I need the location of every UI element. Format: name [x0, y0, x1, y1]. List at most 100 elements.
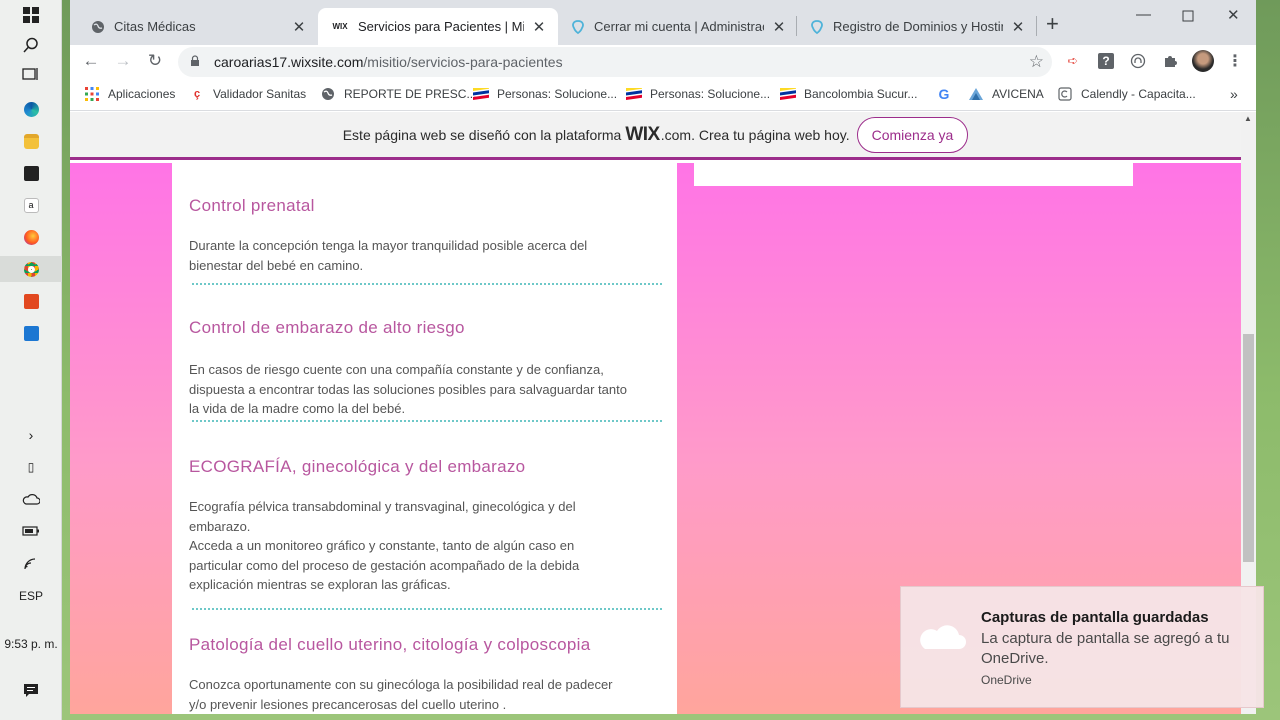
task-view-icon[interactable]	[19, 62, 43, 86]
tab-title: Cerrar mi cuenta | Administración	[594, 19, 764, 34]
bookmark-reporte-presc[interactable]: REPORTE DE PRESC...	[320, 86, 476, 102]
banner-text-before: Este página web se diseñó con la platafo…	[342, 126, 622, 143]
tab-registro-dominios[interactable]: Registro de Dominios y Hosting e ✕	[797, 8, 1037, 45]
chevron-right-icon[interactable]: ›	[19, 423, 43, 447]
description-line: y/o prevenir lesiones precancerosas del …	[189, 696, 507, 712]
service-title: Control de embarazo de alto riesgo	[189, 318, 465, 337]
forward-icon[interactable]: →	[112, 50, 134, 72]
close-tab-icon[interactable]: ✕	[1009, 18, 1027, 36]
description-line: la vida de la madre como la del bebé.	[189, 401, 406, 416]
service-divider	[192, 608, 662, 610]
bookmark-aplicaciones[interactable]: Aplicaciones	[84, 86, 175, 102]
avicena-icon	[968, 86, 984, 102]
bookmark-label: Calendly - Capacita...	[1081, 87, 1196, 101]
bookmark-label: Aplicaciones	[108, 87, 176, 101]
description-line: bienestar del bebé en camino.	[189, 257, 364, 273]
url-host: caroarias17.wixsite.com	[214, 54, 364, 70]
profile-avatar[interactable]	[1192, 50, 1214, 72]
file-explorer-icon[interactable]	[19, 129, 43, 153]
taskbar-clock[interactable]: 9:53 p. m.	[0, 637, 62, 651]
tab-citas-medicas[interactable]: Citas Médicas ✕	[78, 8, 318, 45]
office-icon[interactable]	[19, 289, 43, 313]
wix-logo[interactable]: WIX	[625, 124, 660, 146]
back-icon[interactable]: ←	[80, 50, 102, 72]
bookmarks-bar: Aplicaciones ç Validador Sanitas REPORTE…	[70, 78, 1256, 111]
bookmark-avicena[interactable]: AVICENA	[968, 86, 1044, 102]
bookmark-label: AVICENA	[992, 87, 1044, 101]
service-description: Durante la concepción tenga la mayor tra…	[189, 236, 664, 275]
tab-title: Citas Médicas	[114, 19, 196, 34]
hostinger-icon	[809, 19, 825, 35]
store-icon[interactable]	[19, 161, 43, 185]
windows-taskbar: a › ▯ ESP 9:53 p. m.	[0, 0, 62, 720]
edge-icon[interactable]	[19, 97, 43, 121]
tab-separator	[1036, 16, 1037, 36]
description-line: dispuesta a encontrar todas las solucion…	[189, 381, 627, 397]
description-line: Acceda a un monitoreo gráfico y constant…	[189, 538, 575, 553]
mail-icon[interactable]	[19, 321, 43, 345]
amazon-icon[interactable]: a	[19, 193, 43, 217]
reload-icon[interactable]: ↻	[144, 50, 166, 72]
comienza-ya-button[interactable]: Comienza ya	[856, 116, 969, 153]
tab-cerrar-cuenta[interactable]: Cerrar mi cuenta | Administración ✕	[558, 8, 798, 45]
right-white-box	[694, 163, 1133, 186]
bookmark-personas-2[interactable]: Personas: Solucione...	[626, 86, 770, 102]
tab-servicios-pacientes[interactable]: WIX Servicios para Pacientes | Misitio ✕	[318, 8, 558, 45]
close-tab-icon[interactable]: ✕	[770, 18, 788, 36]
bookmark-calendly[interactable]: Calendly - Capacita...	[1057, 86, 1196, 102]
toast-app-name: OneDrive	[981, 673, 1032, 687]
lock-icon[interactable]	[190, 54, 204, 70]
address-bar[interactable]: caroarias17.wixsite.com/misitio/servicio…	[178, 47, 1052, 77]
wifi-icon[interactable]	[19, 552, 43, 576]
phone-link-icon[interactable]: ▯	[19, 455, 43, 479]
service-divider	[192, 420, 662, 422]
bookmarks-overflow-icon[interactable]: »	[1230, 86, 1238, 102]
maximize-icon[interactable]	[1182, 6, 1194, 26]
extension-share-icon[interactable]: ➪	[1064, 52, 1082, 70]
language-indicator[interactable]: ESP	[0, 589, 62, 603]
service-title: ECOGRAFÍA, ginecológica y del embarazo	[189, 457, 526, 476]
extension-help-icon[interactable]: ?	[1097, 52, 1115, 70]
bancolombia-icon	[780, 86, 796, 102]
bancolombia-icon	[626, 86, 642, 102]
onedrive-notification-toast[interactable]: Capturas de pantalla guardadas La captur…	[900, 586, 1264, 708]
close-window-icon[interactable]: ✕	[1227, 6, 1240, 24]
new-tab-icon[interactable]: +	[1046, 13, 1059, 35]
bookmark-star-icon[interactable]: ☆	[1029, 52, 1044, 72]
search-icon[interactable]	[19, 33, 43, 57]
apps-grid-icon	[84, 86, 100, 102]
battery-icon[interactable]	[19, 519, 43, 543]
toast-title: Capturas de pantalla guardadas	[981, 609, 1209, 626]
firefox-icon[interactable]	[19, 225, 43, 249]
extension-audio-icon[interactable]	[1129, 52, 1147, 70]
windows-start-icon[interactable]	[19, 3, 43, 27]
service-description: En casos de riesgo cuente con una compañ…	[189, 360, 664, 419]
onedrive-icon[interactable]	[19, 487, 43, 511]
close-tab-icon[interactable]: ✕	[530, 18, 548, 36]
bookmark-google[interactable]: G	[936, 86, 960, 102]
description-line: particular como del proceso de gestación…	[189, 557, 580, 573]
service-divider	[192, 283, 662, 285]
notification-center-icon[interactable]	[19, 678, 43, 702]
bookmark-label: REPORTE DE PRESC...	[344, 87, 477, 101]
google-icon: G	[938, 86, 950, 102]
banner-text-after: .com. Crea tu página web hoy.	[660, 126, 850, 143]
chrome-icon[interactable]	[0, 256, 62, 282]
minimize-icon[interactable]: —	[1136, 6, 1151, 23]
description-line: En casos de riesgo cuente con una compañ…	[189, 362, 604, 377]
scrollbar-thumb[interactable]	[1243, 334, 1254, 562]
bookmark-bancolombia[interactable]: Bancolombia Sucur...	[780, 86, 917, 102]
close-tab-icon[interactable]: ✕	[290, 18, 308, 36]
service-description: Ecografía pélvica transabdominal y trans…	[189, 497, 664, 595]
description-line: embarazo.	[189, 518, 251, 534]
bookmark-personas-1[interactable]: Personas: Solucione...	[473, 86, 617, 102]
menu-kebab-icon[interactable]: ⋮	[1226, 52, 1244, 70]
wix-promo-banner: Este página web se diseñó con la platafo…	[70, 112, 1241, 160]
sanitas-icon: ç	[193, 88, 201, 100]
extensions-puzzle-icon[interactable]	[1161, 52, 1179, 70]
service-title: Control prenatal	[189, 196, 315, 215]
scroll-up-arrow-icon[interactable]: ▲	[1244, 114, 1252, 123]
tab-strip: Citas Médicas ✕ WIX Servicios para Pacie…	[70, 0, 1256, 45]
description-line: Durante la concepción tenga la mayor tra…	[189, 238, 588, 253]
bookmark-validador-sanitas[interactable]: ç Validador Sanitas	[189, 86, 306, 102]
